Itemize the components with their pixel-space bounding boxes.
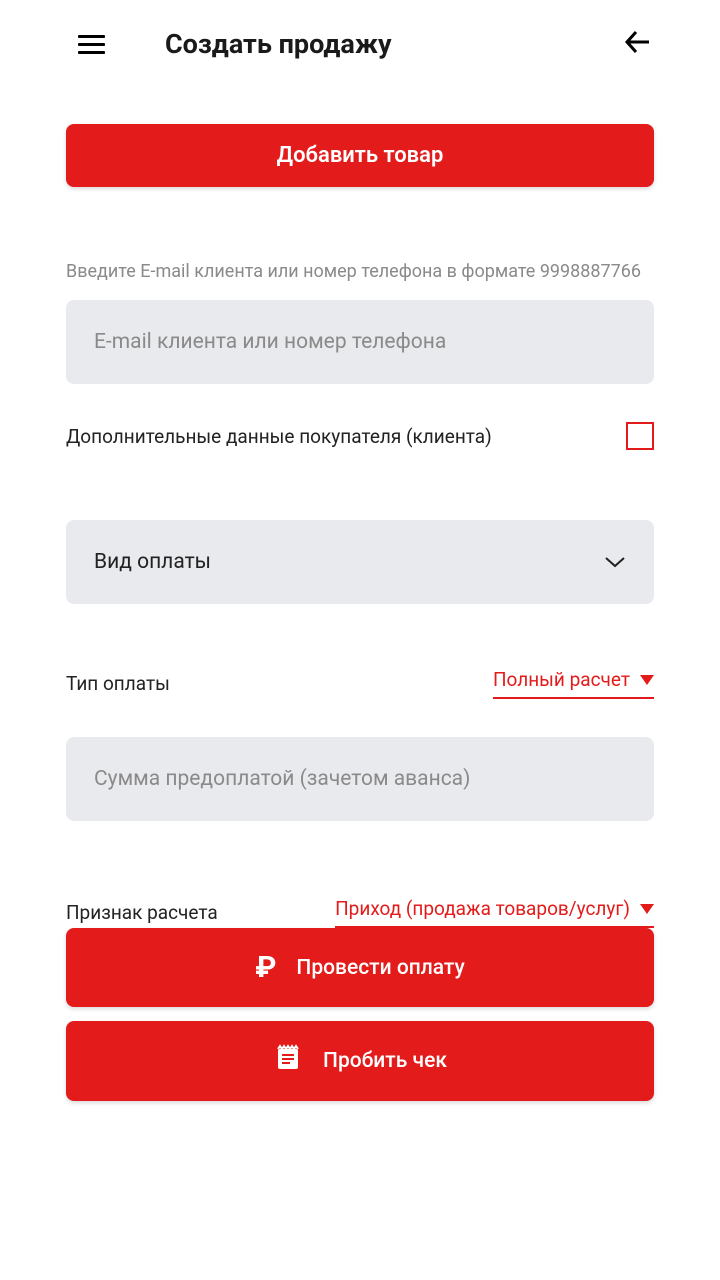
- additional-data-checkbox[interactable]: [626, 422, 654, 450]
- chevron-down-icon: [604, 556, 626, 568]
- make-payment-label: Провести оплату: [296, 956, 464, 980]
- email-phone-input[interactable]: [66, 300, 654, 384]
- calc-sign-value: Приход (продажа товаров/услуг): [335, 897, 630, 920]
- calc-sign-label: Признак расчета: [66, 901, 218, 924]
- payment-kind-select[interactable]: Вид оплаты: [66, 520, 654, 604]
- print-receipt-button[interactable]: Пробить чек: [66, 1021, 654, 1101]
- make-payment-button[interactable]: ₽ Провести оплату: [66, 928, 654, 1007]
- payment-type-value: Полный расчет: [493, 668, 630, 691]
- triangle-down-icon: [640, 675, 654, 685]
- email-hint: Введите E-mail клиента или номер телефон…: [66, 259, 654, 284]
- payment-type-select[interactable]: Полный расчет: [493, 668, 654, 699]
- payment-type-label: Тип оплаты: [66, 672, 170, 695]
- payment-kind-label: Вид оплаты: [94, 550, 211, 574]
- page-title: Создать продажу: [165, 28, 624, 60]
- calc-sign-select[interactable]: Приход (продажа товаров/услуг): [335, 897, 654, 928]
- back-icon[interactable]: [624, 29, 650, 59]
- additional-data-label: Дополнительные данные покупателя (клиент…: [66, 425, 492, 448]
- print-receipt-label: Пробить чек: [323, 1049, 447, 1073]
- add-product-button[interactable]: Добавить товар: [66, 124, 654, 187]
- menu-icon[interactable]: [78, 35, 105, 54]
- triangle-down-icon: [640, 904, 654, 914]
- prepay-amount-input[interactable]: [66, 737, 654, 821]
- ruble-icon: ₽: [255, 950, 276, 985]
- receipt-icon: [273, 1043, 303, 1079]
